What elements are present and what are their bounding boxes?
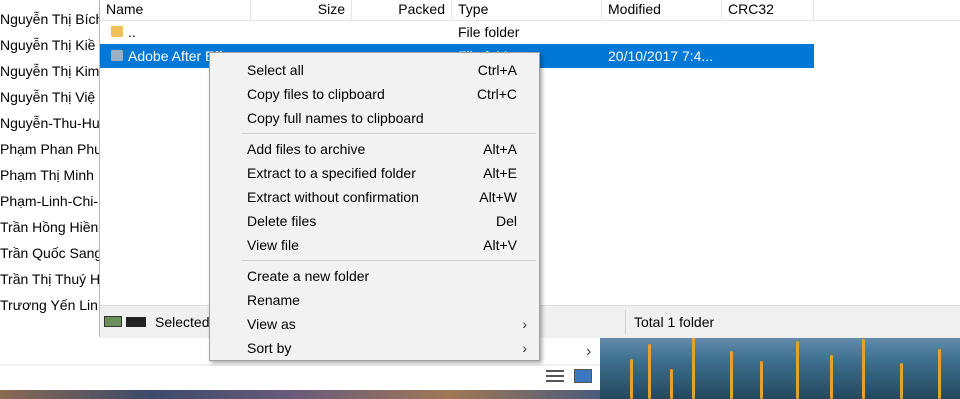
menu-item-add-files-to-archive[interactable]: Add files to archive Alt+A xyxy=(212,137,537,161)
menu-item-shortcut: Alt+W xyxy=(479,189,517,205)
status-selected-text: Selected xyxy=(155,314,210,330)
column-name[interactable]: Name xyxy=(100,0,251,20)
wallpaper-grass-blade xyxy=(760,361,763,399)
submenu-arrow-icon: › xyxy=(522,316,527,332)
column-type[interactable]: Type xyxy=(452,0,602,20)
menu-item-view-file[interactable]: View file Alt+V xyxy=(212,233,537,257)
file-modified: 20/10/2017 7:4... xyxy=(608,48,714,64)
wallpaper-grass-blade xyxy=(670,369,673,399)
file-name: .. xyxy=(128,24,136,40)
desktop-wallpaper xyxy=(600,335,960,399)
column-packed[interactable]: Packed xyxy=(352,0,452,20)
menu-item-create-a-new-folder[interactable]: Create a new folder xyxy=(212,264,537,288)
menu-item-rename[interactable]: Rename xyxy=(212,288,537,312)
menu-separator xyxy=(242,133,536,134)
menu-item-shortcut: Ctrl+C xyxy=(476,86,517,102)
wallpaper-grass-blade xyxy=(938,349,941,399)
menu-item-view-as[interactable]: View as › xyxy=(212,312,537,336)
menu-item-label: Extract to a specified folder xyxy=(247,165,416,181)
background-list-item[interactable]: Phạm Phan Phư xyxy=(0,136,100,162)
context-menu: Select all Ctrl+A Copy files to clipboard C… xyxy=(209,52,540,361)
wallpaper-grass-blade xyxy=(862,339,865,399)
folder-icon xyxy=(111,50,123,61)
column-size[interactable]: Size xyxy=(251,0,352,20)
background-list-item[interactable]: Nguyễn Thị Việ xyxy=(0,84,100,110)
menu-item-sort-by[interactable]: Sort by › xyxy=(212,336,537,360)
wallpaper-grass-blade xyxy=(730,351,733,399)
menu-item-label: View file xyxy=(247,237,299,253)
menu-item-shortcut: Alt+V xyxy=(483,237,517,253)
file-row[interactable]: .. File folder xyxy=(100,20,814,44)
background-list-item[interactable]: Nguyễn Thị Bích xyxy=(0,6,100,32)
status-icons xyxy=(104,316,148,328)
menu-item-label: Add files to archive xyxy=(247,141,366,157)
desktop-wallpaper-bottom xyxy=(0,390,600,399)
background-list-item[interactable]: Trần Hồng Hiền xyxy=(0,214,100,240)
menu-item-copy-files-to-clipboard[interactable]: Copy files to clipboard Ctrl+C xyxy=(212,82,537,106)
menu-item-label: Select all xyxy=(247,62,304,78)
column-header: Name Size Packed Type Modified CRC32 xyxy=(100,0,960,21)
background-list-item[interactable]: Nguyễn Thị Kiề xyxy=(0,32,100,58)
wallpaper-grass-blade xyxy=(830,355,833,399)
menu-item-extract-to-a-specified-folder[interactable]: Extract to a specified folder Alt+E xyxy=(212,161,537,185)
drive-icon[interactable] xyxy=(104,316,122,327)
key-icon[interactable] xyxy=(126,317,146,327)
details-view-icon[interactable] xyxy=(546,369,564,383)
chevron-right-icon[interactable]: › xyxy=(586,343,591,361)
large-icons-view-icon[interactable] xyxy=(574,369,592,383)
menu-item-label: Create a new folder xyxy=(247,268,370,284)
menu-item-label: Delete files xyxy=(247,213,317,229)
menu-item-label: Copy files to clipboard xyxy=(247,86,385,102)
column-modified[interactable]: Modified xyxy=(602,0,722,20)
background-list-item[interactable]: Nguyễn Thị Kim xyxy=(0,58,100,84)
wallpaper-grass-blade xyxy=(900,363,903,399)
wallpaper-grass-blade xyxy=(692,337,695,399)
wallpaper-grass-blade xyxy=(648,344,651,399)
status-total-text: Total 1 folder xyxy=(634,314,715,330)
menu-item-label: Copy full names to clipboard xyxy=(247,110,424,126)
menu-item-shortcut: Alt+A xyxy=(483,141,517,157)
menu-item-shortcut: Alt+E xyxy=(483,165,517,181)
menu-item-label: View as xyxy=(247,316,296,332)
menu-item-select-all[interactable]: Select all Ctrl+A xyxy=(212,58,537,82)
menu-item-label: Sort by xyxy=(247,340,292,356)
background-list-item[interactable]: Trần Quốc Sang xyxy=(0,240,100,266)
folder-icon xyxy=(111,26,123,37)
background-file-list: Nguyễn Thị Bích Nguyễn Thị Kiề Nguyễn Thị … xyxy=(0,0,100,340)
background-list-item[interactable]: Nguyễn-Thu-Hu xyxy=(0,110,100,136)
background-list-item[interactable]: Phạm-Linh-Chi- xyxy=(0,188,100,214)
column-crc32[interactable]: CRC32 xyxy=(722,0,814,20)
background-list-item[interactable]: Trần Thị Thuý H xyxy=(0,266,100,292)
menu-item-label: Extract without confirmation xyxy=(247,189,419,205)
menu-item-shortcut: Ctrl+A xyxy=(477,62,517,78)
menu-item-delete-files[interactable]: Delete files Del xyxy=(212,209,537,233)
submenu-arrow-icon: › xyxy=(522,340,527,356)
menu-item-copy-full-names-to-clipboard[interactable]: Copy full names to clipboard xyxy=(212,106,537,130)
menu-separator xyxy=(242,260,536,261)
wallpaper-grass-blade xyxy=(796,341,799,399)
menu-item-label: Rename xyxy=(247,292,300,308)
menu-item-extract-without-confirmation[interactable]: Extract without confirmation Alt+W xyxy=(212,185,537,209)
file-type: File folder xyxy=(458,24,520,40)
background-list-item[interactable]: Trương Yến Linh xyxy=(0,292,100,318)
menu-item-shortcut: Del xyxy=(495,213,517,229)
status-divider xyxy=(625,310,626,334)
background-list-item[interactable]: Phạm Thị Minh xyxy=(0,162,100,188)
wallpaper-grass-blade xyxy=(630,359,633,399)
